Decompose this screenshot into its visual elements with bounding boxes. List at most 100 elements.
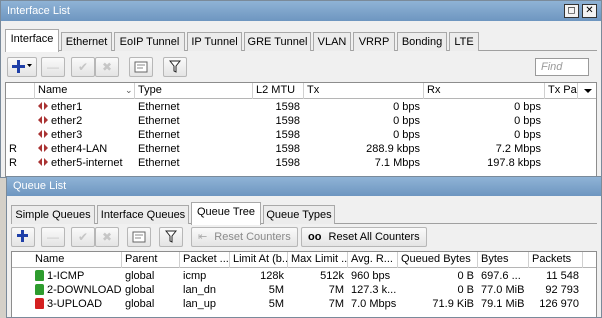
table-row[interactable]: R ether5-internet Ethernet 1598 7.1 Mbps…	[6, 156, 596, 171]
remove-button[interactable]: —	[41, 227, 65, 247]
interface-list-titlebar[interactable]: Interface List ◻ ✕	[1, 1, 601, 21]
col-parent[interactable]: Parent	[122, 252, 180, 268]
enable-button[interactable]: ✔	[71, 57, 95, 77]
add-button[interactable]	[7, 57, 37, 77]
plus-icon	[17, 230, 28, 242]
col-name[interactable]: Name	[35, 83, 135, 99]
row-tx: 7.1 Mbps	[374, 157, 420, 169]
table-row[interactable]: ether2 Ethernet 1598 0 bps 0 bps	[6, 114, 596, 129]
add-button[interactable]	[11, 227, 35, 247]
row-queued-bytes: 71.9 KiB	[432, 298, 474, 310]
row-type: Ethernet	[138, 115, 180, 127]
col-flag[interactable]	[6, 83, 35, 99]
interface-icon	[38, 115, 48, 125]
comment-button[interactable]	[129, 57, 153, 77]
filter-icon	[164, 230, 178, 243]
reset-all-icon: oo	[308, 231, 322, 243]
disable-button[interactable]: ✖	[95, 227, 119, 247]
row-packet-mark: lan_up	[183, 298, 217, 310]
queue-tree-table: Name Parent Packet ... Limit At (b... Ma…	[11, 251, 597, 317]
tab-vlan[interactable]: VLAN	[313, 32, 351, 51]
tab-interface-queues[interactable]: Interface Queues	[97, 205, 189, 224]
row-flag	[6, 114, 35, 129]
column-menu-button[interactable]	[578, 83, 596, 99]
tab-vrrp[interactable]: VRRP	[353, 32, 395, 51]
col-name[interactable]: Name	[32, 252, 122, 268]
row-l2mtu: 1598	[275, 129, 300, 141]
disable-button[interactable]: ✖	[95, 57, 119, 77]
row-packet-mark: lan_dn	[183, 284, 217, 296]
col-queued-bytes[interactable]: Queued Bytes	[398, 252, 478, 268]
reset-all-counters-button[interactable]: oo Reset All Counters	[301, 227, 427, 247]
row-rx: 0 bps	[514, 129, 541, 141]
col-avg-rate[interactable]: Avg. R...	[348, 252, 398, 268]
minus-icon: —	[47, 60, 59, 74]
filter-button[interactable]	[159, 227, 183, 247]
enable-button[interactable]: ✔	[71, 227, 95, 247]
dropdown-arrow-icon	[584, 89, 592, 93]
tab-queue-tree[interactable]: Queue Tree	[191, 202, 261, 225]
row-name: 2-DOWNLOAD	[32, 283, 122, 298]
row-rx: 197.8 kbps	[487, 157, 541, 169]
row-avg-rate: 7.0 Mbps	[351, 298, 397, 310]
row-max-limit: 512k	[320, 270, 344, 282]
check-icon: ✔	[77, 230, 89, 244]
table-row[interactable]: 1-ICMP global icmp 128k 512k 960 bps 0 B…	[12, 269, 596, 284]
tab-interface[interactable]: Interface	[5, 29, 59, 52]
table-row[interactable]: ether3 Ethernet 1598 0 bps 0 bps	[6, 128, 596, 143]
col-packets[interactable]: Packets	[529, 252, 583, 268]
restore-button[interactable]: ◻	[564, 4, 579, 18]
row-bytes: 697.6 ...	[481, 270, 521, 282]
interface-toolbar: — ✔ ✖ Find	[5, 55, 597, 79]
row-packets: 126 970	[539, 298, 579, 310]
col-bytes[interactable]: Bytes	[478, 252, 529, 268]
comment-button[interactable]	[127, 227, 151, 247]
tab-ethernet[interactable]: Ethernet	[61, 32, 112, 51]
col-rx[interactable]: Rx	[424, 83, 545, 99]
comment-icon	[134, 61, 148, 73]
tab-eoip-tunnel[interactable]: EoIP Tunnel	[114, 32, 185, 51]
row-flag: R	[9, 143, 17, 155]
close-button[interactable]: ✕	[582, 4, 597, 18]
col-packet-marks[interactable]: Packet ...	[180, 252, 230, 268]
row-flag	[6, 100, 35, 115]
col-tx[interactable]: Tx	[304, 83, 424, 99]
col-l2mtu[interactable]: L2 MTU	[253, 83, 304, 99]
table-header: Name ⌄ Type L2 MTU Tx Rx Tx Pac	[6, 83, 596, 99]
interface-table: Name ⌄ Type L2 MTU Tx Rx Tx Pac ether1 E…	[5, 82, 597, 177]
tab-lte[interactable]: LTE	[449, 32, 479, 51]
remove-button[interactable]: —	[41, 57, 65, 77]
reset-counters-button[interactable]: ⇤ Reset Counters	[191, 227, 298, 247]
tab-ip-tunnel[interactable]: IP Tunnel	[187, 32, 242, 51]
row-bytes: 77.0 MiB	[481, 284, 525, 296]
row-queued-bytes: 0 B	[457, 270, 474, 282]
row-tx: 0 bps	[393, 115, 420, 127]
col-type[interactable]: Type	[135, 83, 253, 99]
x-icon: ✖	[101, 230, 113, 244]
table-row[interactable]: ether1 Ethernet 1598 0 bps 0 bps	[6, 100, 596, 115]
tab-bonding[interactable]: Bonding	[397, 32, 447, 51]
filter-button[interactable]	[163, 57, 187, 77]
tab-gre-tunnel[interactable]: GRE Tunnel	[244, 32, 311, 51]
table-row[interactable]: 2-DOWNLOAD global lan_dn 5M 7M 127.3 k..…	[12, 283, 596, 298]
table-row[interactable]: 3-UPLOAD global lan_up 5M 7M 7.0 Mbps 71…	[12, 297, 596, 312]
row-parent: global	[125, 270, 155, 282]
reset-icon: ⇤	[198, 231, 208, 243]
tab-simple-queues[interactable]: Simple Queues	[11, 205, 95, 224]
row-tx: 288.9 kbps	[366, 143, 420, 155]
plus-icon	[12, 60, 32, 73]
table-row[interactable]: R ether4-LAN Ethernet 1598 288.9 kbps 7.…	[6, 142, 596, 157]
find-input[interactable]: Find	[535, 58, 589, 76]
tab-queue-types[interactable]: Queue Types	[263, 205, 335, 224]
col-limit-at[interactable]: Limit At (b...	[230, 252, 288, 268]
row-bytes: 79.1 MiB	[481, 298, 525, 310]
col-max-limit[interactable]: Max Limit ...	[288, 252, 348, 268]
queue-icon	[35, 284, 44, 295]
interface-icon	[38, 143, 48, 153]
row-rx: 7.2 Mbps	[495, 143, 541, 155]
row-name: 3-UPLOAD	[32, 297, 122, 312]
queue-list-titlebar[interactable]: Queue List	[7, 177, 601, 196]
col-tx-packets[interactable]: Tx Pac	[545, 83, 578, 99]
row-name: 1-ICMP	[32, 269, 122, 284]
row-type: Ethernet	[138, 129, 180, 141]
